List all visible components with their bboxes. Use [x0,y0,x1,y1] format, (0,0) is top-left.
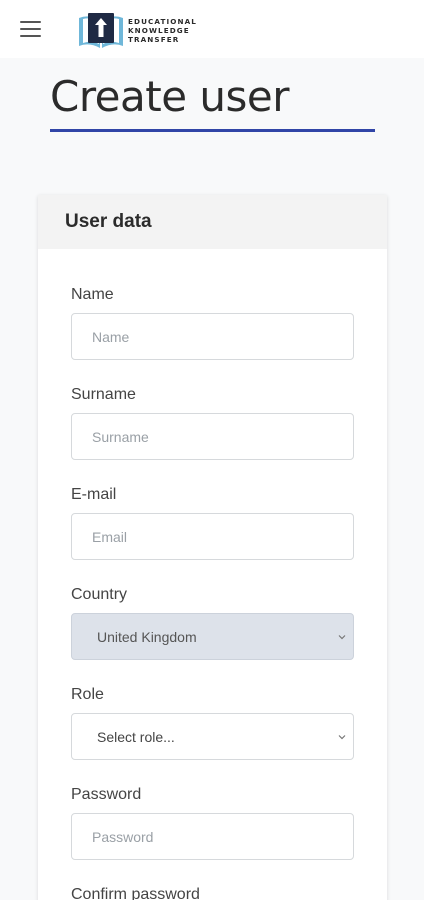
email-label: E-mail [71,486,117,503]
role-select[interactable]: Select role... [71,713,354,760]
name-label: Name [71,286,114,303]
logo-line-1: EDUCATIONAL [128,16,197,26]
name-input[interactable] [71,313,354,360]
role-select-value: Select role... [97,728,175,745]
confirm-password-label: Confirm password [71,886,200,900]
country-label: Country [71,586,128,603]
page-title: Create user [50,72,290,121]
card-header: User data [38,195,387,249]
password-label: Password [71,786,142,803]
country-select-value: United Kingdom [97,628,197,645]
card-title: User data [65,211,152,232]
chevron-down-icon [338,635,346,640]
logo-line-2: KNOWLEDGE [128,25,190,35]
logo-text: EDUCATIONAL KNOWLEDGE TRANSFER [128,17,197,44]
name-field: Name [71,286,354,360]
top-bar: EDUCATIONAL KNOWLEDGE TRANSFER [0,0,424,58]
surname-label: Surname [71,386,136,403]
country-field: Country United Kingdom [71,586,354,660]
chevron-down-icon [338,735,346,740]
surname-field: Surname [71,386,354,460]
password-field: Password [71,786,354,860]
country-select[interactable]: United Kingdom [71,613,354,660]
logo-line-3: TRANSFER [128,34,180,44]
role-label: Role [71,686,104,703]
confirm-password-field: Confirm password [71,886,354,900]
hamburger-menu-icon[interactable] [20,21,41,37]
surname-input[interactable] [71,413,354,460]
user-data-card: User data Name Surname E-mail Country Un… [38,195,387,900]
email-input[interactable] [71,513,354,560]
title-underline [50,129,375,132]
book-logo-icon [79,13,123,48]
email-field: E-mail [71,486,354,560]
password-input[interactable] [71,813,354,860]
role-field: Role Select role... [71,686,354,760]
logo[interactable]: EDUCATIONAL KNOWLEDGE TRANSFER [77,10,197,50]
